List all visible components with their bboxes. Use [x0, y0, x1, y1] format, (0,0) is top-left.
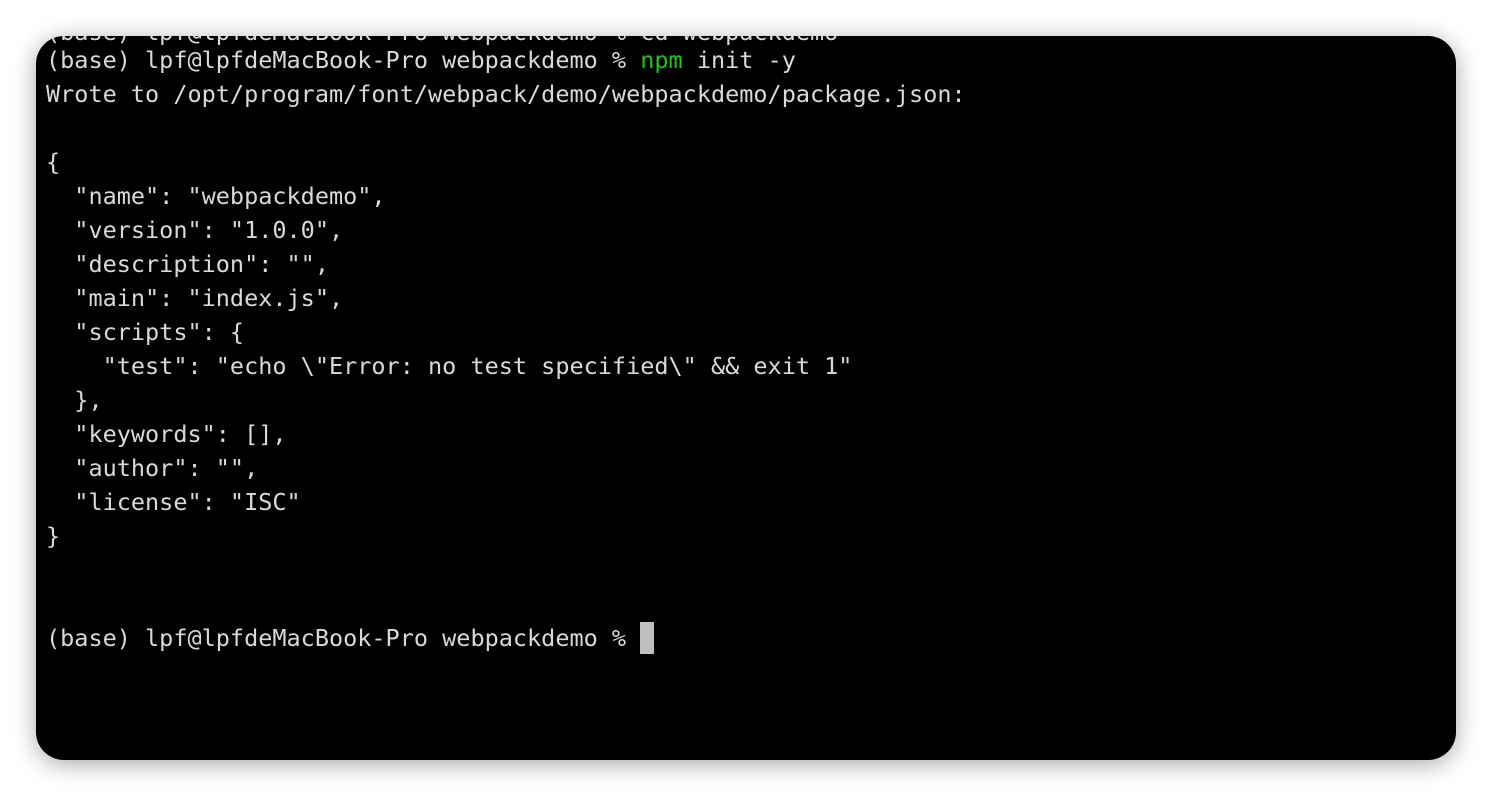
- json-line: "main": "index.js",: [46, 284, 344, 312]
- json-line: {: [46, 148, 61, 176]
- command-args: init -y: [682, 46, 796, 74]
- shell-prompt: (base) lpf@lpfdeMacBook-Pro webpackdemo …: [46, 624, 641, 652]
- wrote-to-line: Wrote to /opt/program/font/webpack/demo/…: [46, 80, 966, 108]
- json-line: "scripts": {: [46, 318, 245, 346]
- prompt-line[interactable]: (base) lpf@lpfdeMacBook-Pro webpackdemo …: [46, 621, 1446, 655]
- json-line: "test": "echo \"Error: no test specified…: [46, 352, 853, 380]
- json-line: "version": "1.0.0",: [46, 216, 344, 244]
- json-line: }: [46, 522, 61, 550]
- command-line: (base) lpf@lpfdeMacBook-Pro webpackdemo …: [46, 43, 1446, 77]
- json-line: "keywords": [],: [46, 420, 287, 448]
- json-line: "description": "",: [46, 250, 329, 278]
- json-line: "author": "",: [46, 454, 259, 482]
- json-line: "license": "ISC": [46, 488, 301, 516]
- shell-prompt: (base) lpf@lpfdeMacBook-Pro webpackdemo …: [46, 46, 641, 74]
- json-line: "name": "webpackdemo",: [46, 182, 386, 210]
- json-line: },: [46, 386, 103, 414]
- command-name: npm: [640, 46, 683, 74]
- text-cursor: [640, 622, 655, 654]
- terminal-window[interactable]: (base) lpf@lpfdeMacBook-Pro webpackdemo …: [36, 36, 1456, 760]
- terminal-output[interactable]: (base) lpf@lpfdeMacBook-Pro webpackdemo …: [46, 43, 1446, 655]
